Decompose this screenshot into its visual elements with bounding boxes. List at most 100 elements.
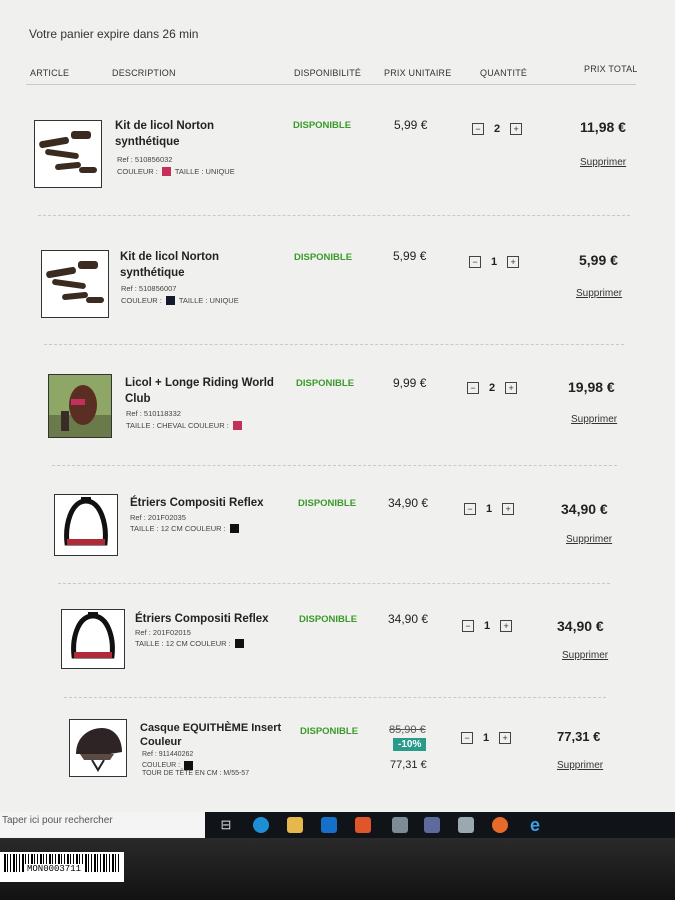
product-thumbnail[interactable] (48, 374, 112, 438)
app-icon[interactable] (458, 817, 474, 833)
color-swatch (184, 761, 194, 770)
product-ref: Ref : 911440262 (142, 751, 194, 758)
quantity-value: 1 (491, 256, 498, 268)
increase-button[interactable]: + (499, 732, 512, 744)
availability-status: DISPONIBLE (298, 498, 357, 509)
app-icon[interactable] (392, 817, 408, 833)
product-ref: Ref : 510856007 (121, 284, 177, 293)
header-article: ARTICLE (30, 68, 70, 78)
product-name[interactable]: Étriers Compositi Reflex (135, 611, 285, 627)
product-attributes: COULEUR : TAILLE : UNIQUE (117, 167, 235, 176)
row-divider (44, 344, 624, 345)
increase-button[interactable]: + (507, 256, 520, 268)
color-swatch (232, 421, 242, 430)
color-swatch (161, 167, 171, 176)
asset-tag-number: MON0003711 (24, 864, 85, 874)
color-label: COULEUR : (121, 296, 162, 305)
remove-item-link[interactable]: Supprimer (571, 414, 617, 425)
color-swatch (229, 524, 239, 533)
size-color-label: TAILLE : 12 CM COULEUR : (130, 524, 226, 533)
quantity-stepper: −1 + (462, 620, 513, 632)
increase-button[interactable]: + (505, 382, 518, 394)
increase-button[interactable]: + (500, 620, 513, 632)
unit-price: 9,99 € (393, 376, 427, 390)
original-price: 85,90 € (389, 724, 426, 736)
line-total: 34,90 € (561, 501, 608, 517)
increase-button[interactable]: + (502, 503, 515, 515)
product-name[interactable]: Étriers Compositi Reflex (130, 495, 280, 511)
app-icon[interactable] (424, 817, 440, 833)
size-color-label: TAILLE : CHEVAL COULEUR : (126, 421, 229, 430)
remove-item-link[interactable]: Supprimer (557, 760, 603, 771)
unit-price: 77,31 € (390, 759, 427, 771)
product-thumbnail[interactable] (61, 609, 125, 669)
decrease-button[interactable]: − (469, 256, 481, 268)
product-thumbnail[interactable] (41, 250, 109, 318)
line-total: 19,98 € (568, 379, 615, 395)
stirrup-icon (71, 612, 115, 659)
cart-page: Votre panier expire dans 26 min ARTICLE … (0, 0, 675, 812)
quantity-stepper: −2 + (467, 382, 518, 394)
unit-price: 5,99 € (394, 118, 428, 132)
increase-button[interactable]: + (510, 123, 523, 135)
product-name[interactable]: Licol + Longe Riding World Club (125, 375, 280, 407)
product-attributes: TAILLE : CHEVAL COULEUR : (126, 421, 242, 430)
size-color-label: TAILLE : 12 CM COULEUR : (135, 639, 231, 648)
discount-badge: -10% (393, 738, 427, 751)
availability-status: DISPONIBLE (300, 726, 359, 737)
halter-icon (46, 261, 104, 303)
product-ref: Ref : 201F02035 (130, 513, 186, 522)
windows-taskbar: Taper ici pour rechercher ⊟ e (0, 812, 675, 838)
unit-price: 5,99 € (393, 249, 427, 263)
product-attributes: COULEUR : (142, 761, 194, 770)
decrease-button[interactable]: − (472, 123, 484, 135)
size-label: TAILLE : UNIQUE (174, 167, 235, 176)
decrease-button[interactable]: − (467, 382, 479, 394)
product-name[interactable]: Kit de licol Norton synthétique (120, 249, 270, 281)
header-divider (26, 84, 636, 85)
header-availability: DISPONIBILITÉ (294, 68, 362, 78)
quantity-value: 1 (483, 732, 490, 744)
availability-status: DISPONIBLE (296, 378, 355, 389)
decrease-button[interactable]: − (461, 732, 473, 744)
task-view-icon[interactable]: ⊟ (218, 817, 234, 833)
app-icon[interactable] (355, 817, 371, 833)
outlook-icon[interactable] (321, 817, 337, 833)
asset-tag-sticker: MON0003711 (0, 852, 124, 882)
decrease-button[interactable]: − (462, 620, 474, 632)
product-name[interactable]: Kit de licol Norton synthétique (115, 118, 265, 150)
product-name[interactable]: Casque EQUITHÈME Insert Couleur (140, 721, 285, 749)
product-attributes: TAILLE : 12 CM COULEUR : (135, 639, 244, 648)
file-explorer-icon[interactable] (287, 817, 303, 833)
unit-price: 34,90 € (388, 612, 429, 626)
product-thumbnail[interactable] (34, 120, 102, 188)
line-total: 11,98 € (580, 119, 626, 135)
decrease-button[interactable]: − (464, 503, 476, 515)
remove-item-link[interactable]: Supprimer (580, 157, 626, 168)
quantity-stepper: −1 + (461, 732, 512, 744)
halter-icon (39, 131, 97, 173)
helmet-icon (76, 728, 122, 772)
availability-status: DISPONIBLE (299, 614, 358, 625)
color-swatch (165, 296, 175, 305)
color-swatch (234, 639, 244, 648)
product-ref: Ref : 510856032 (117, 155, 173, 164)
line-total: 77,31 € (557, 729, 601, 744)
stirrup-icon (64, 497, 108, 546)
header-quantity: QUANTITÉ (480, 68, 528, 78)
internet-explorer-icon[interactable]: e (527, 816, 543, 834)
remove-item-link[interactable]: Supprimer (566, 534, 612, 545)
taskbar-search-box[interactable]: Taper ici pour rechercher (0, 812, 205, 838)
row-divider (64, 697, 606, 698)
head-size-label: TOUR DE TÊTE EN CM : M/55-57 (142, 770, 250, 777)
firefox-icon[interactable] (492, 817, 508, 833)
edge-browser-icon[interactable] (253, 817, 269, 833)
line-total: 5,99 € (579, 252, 618, 268)
availability-status: DISPONIBLE (293, 120, 352, 131)
unit-price: 34,90 € (388, 496, 429, 510)
remove-item-link[interactable]: Supprimer (576, 288, 622, 299)
quantity-stepper: −1 + (469, 256, 520, 268)
remove-item-link[interactable]: Supprimer (562, 650, 608, 661)
product-thumbnail[interactable] (69, 719, 127, 777)
product-thumbnail[interactable] (54, 494, 118, 556)
